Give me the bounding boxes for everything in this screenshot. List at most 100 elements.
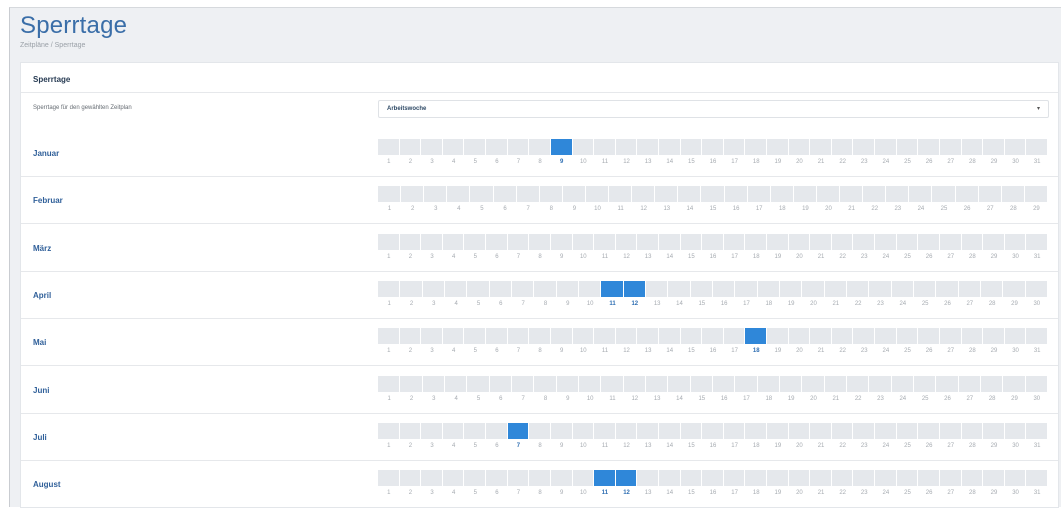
day-cell[interactable]: 20 [788, 328, 811, 358]
day-cell[interactable]: 27 [939, 422, 962, 453]
day-cell[interactable]: 3 [421, 233, 443, 264]
day-cell[interactable]: 4 [442, 470, 465, 500]
day-cell[interactable]: 9 [556, 280, 579, 311]
day-cell[interactable]: 25 [896, 422, 919, 453]
day-cell-blocked[interactable]: 7 [507, 422, 530, 453]
day-cell[interactable]: 14 [658, 422, 681, 453]
day-cell[interactable]: 15 [680, 233, 703, 264]
day-cell[interactable]: 25 [932, 186, 955, 216]
day-cell[interactable]: 3 [421, 422, 443, 453]
day-cell[interactable]: 15 [680, 422, 703, 453]
day-cell[interactable]: 24 [875, 328, 897, 358]
day-cell[interactable]: 22 [831, 422, 854, 453]
day-cell[interactable]: 17 [723, 328, 746, 358]
day-cell[interactable]: 21 [810, 139, 832, 169]
day-cell[interactable]: 13 [646, 280, 668, 311]
day-cell[interactable]: 28 [961, 422, 984, 453]
day-cell[interactable]: 27 [958, 280, 981, 311]
day-cell[interactable]: 6 [493, 186, 517, 216]
day-cell[interactable]: 5 [464, 233, 486, 264]
day-cell[interactable]: 19 [767, 470, 789, 500]
day-cell[interactable]: 18 [745, 139, 767, 169]
day-cell[interactable]: 31 [1026, 422, 1048, 453]
day-cell[interactable]: 2 [399, 139, 422, 169]
day-cell[interactable]: 9 [556, 375, 579, 406]
day-cell[interactable]: 17 [723, 139, 746, 169]
day-cell[interactable]: 29 [983, 470, 1005, 500]
day-cell[interactable]: 22 [831, 139, 854, 169]
day-cell[interactable]: 22 [831, 233, 854, 264]
day-cell[interactable]: 7 [512, 375, 534, 406]
day-cell[interactable]: 23 [853, 233, 875, 264]
day-cell[interactable]: 7 [512, 280, 534, 311]
day-cell[interactable]: 20 [788, 422, 811, 453]
day-cell-blocked[interactable]: 12 [623, 280, 646, 311]
day-cell[interactable]: 24 [909, 186, 932, 216]
day-cell[interactable]: 29 [983, 139, 1005, 169]
day-cell[interactable]: 3 [421, 328, 443, 358]
day-cell[interactable]: 14 [658, 233, 681, 264]
day-cell[interactable]: 11 [601, 375, 623, 406]
day-cell[interactable]: 29 [1024, 186, 1048, 216]
day-cell[interactable]: 2 [399, 328, 422, 358]
day-cell[interactable]: 31 [1026, 139, 1048, 169]
day-cell[interactable]: 8 [534, 375, 556, 406]
day-cell[interactable]: 5 [464, 422, 486, 453]
day-cell[interactable]: 10 [572, 422, 595, 453]
day-cell-blocked[interactable]: 9 [550, 139, 573, 169]
day-cell[interactable]: 25 [896, 233, 919, 264]
day-cell[interactable]: 4 [442, 422, 465, 453]
day-cell[interactable]: 1 [378, 139, 400, 169]
day-cell[interactable]: 27 [978, 186, 1002, 216]
day-cell[interactable]: 26 [918, 422, 940, 453]
day-cell[interactable]: 8 [529, 233, 551, 264]
day-cell[interactable]: 8 [529, 470, 551, 500]
day-cell[interactable]: 25 [896, 139, 919, 169]
day-cell[interactable]: 10 [579, 375, 601, 406]
day-cell[interactable]: 14 [668, 375, 690, 406]
day-cell[interactable]: 27 [939, 233, 962, 264]
day-cell[interactable]: 1 [378, 470, 400, 500]
day-cell[interactable]: 16 [702, 139, 724, 169]
day-cell[interactable]: 3 [421, 139, 443, 169]
day-cell[interactable]: 18 [757, 375, 780, 406]
day-cell[interactable]: 22 [847, 375, 869, 406]
day-cell[interactable]: 23 [853, 422, 875, 453]
day-cell[interactable]: 11 [594, 328, 616, 358]
day-cell[interactable]: 28 [981, 280, 1003, 311]
day-cell[interactable]: 17 [747, 186, 771, 216]
day-cell[interactable]: 21 [840, 186, 863, 216]
day-cell[interactable]: 23 [853, 328, 875, 358]
day-cell[interactable]: 25 [914, 375, 936, 406]
day-cell[interactable]: 26 [918, 470, 940, 500]
day-cell[interactable]: 4 [445, 375, 467, 406]
day-cell[interactable]: 6 [486, 470, 508, 500]
day-cell[interactable]: 19 [793, 186, 817, 216]
day-cell[interactable]: 10 [579, 280, 601, 311]
day-cell[interactable]: 10 [572, 139, 595, 169]
day-cell[interactable]: 22 [831, 470, 854, 500]
day-cell[interactable]: 30 [1025, 280, 1048, 311]
day-cell[interactable]: 20 [788, 233, 811, 264]
day-cell[interactable]: 15 [680, 328, 703, 358]
day-cell[interactable]: 21 [810, 233, 832, 264]
day-cell[interactable]: 5 [464, 328, 486, 358]
day-cell[interactable]: 5 [467, 375, 489, 406]
day-cell[interactable]: 9 [550, 233, 573, 264]
day-cell[interactable]: 26 [918, 139, 940, 169]
day-cell[interactable]: 3 [424, 186, 447, 216]
day-cell[interactable]: 30 [1025, 375, 1048, 406]
day-cell[interactable]: 13 [637, 328, 659, 358]
day-cell[interactable]: 12 [632, 186, 655, 216]
day-cell[interactable]: 26 [955, 186, 979, 216]
day-cell[interactable]: 28 [1001, 186, 1025, 216]
day-cell[interactable]: 6 [486, 422, 508, 453]
day-cell[interactable]: 9 [550, 470, 573, 500]
day-cell[interactable]: 29 [1003, 280, 1025, 311]
breadcrumb[interactable]: Zeitpläne / Sperrtage [20, 42, 127, 49]
day-cell[interactable]: 17 [723, 422, 746, 453]
day-cell[interactable]: 11 [594, 139, 616, 169]
day-cell[interactable]: 5 [467, 280, 489, 311]
day-cell[interactable]: 21 [824, 375, 847, 406]
day-cell[interactable]: 17 [735, 375, 757, 406]
